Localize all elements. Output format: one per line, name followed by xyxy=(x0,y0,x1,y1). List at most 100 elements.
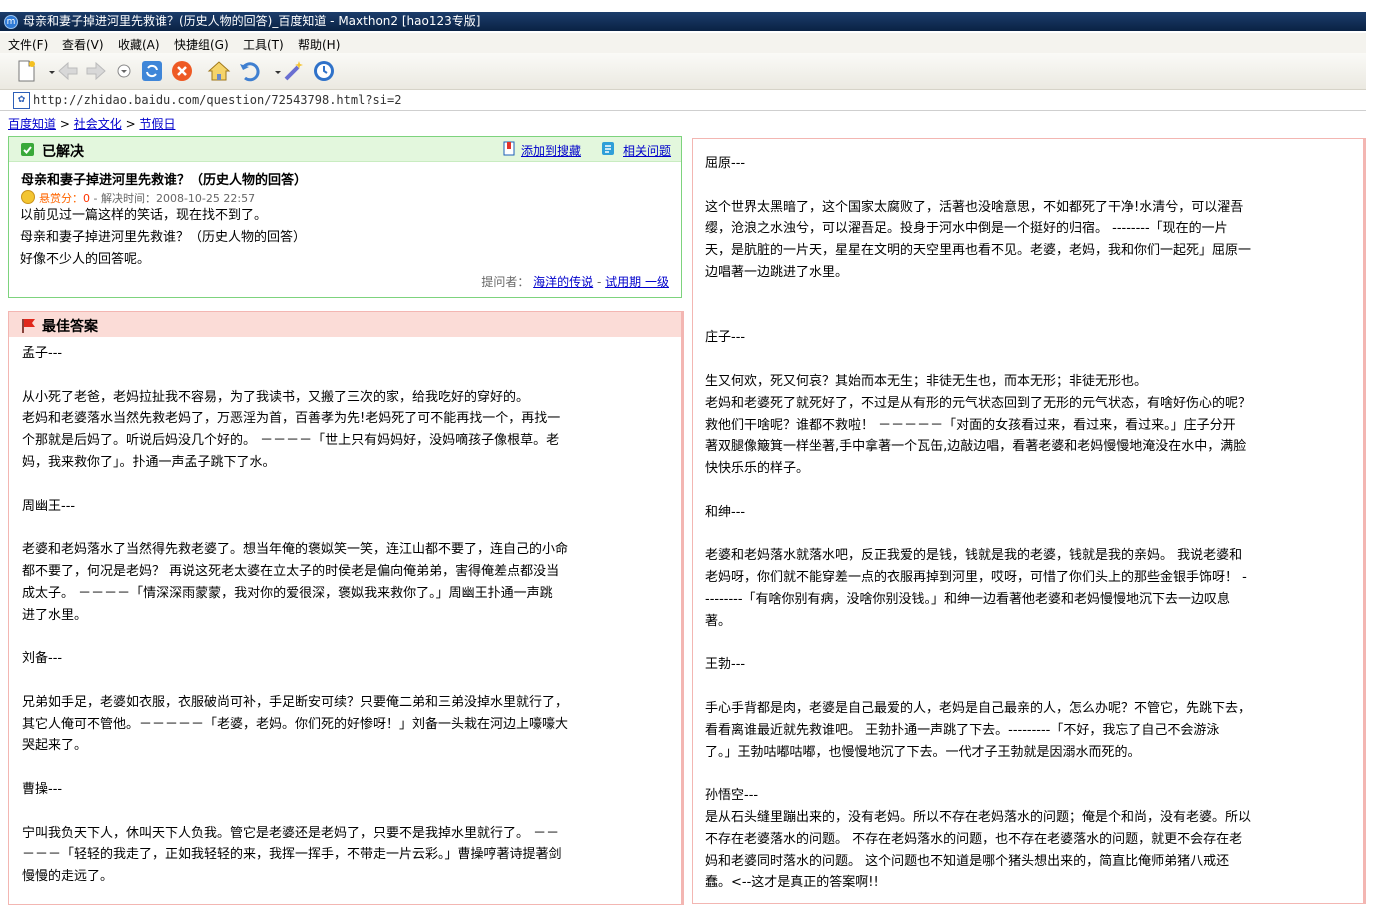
answer-line: 进了水里。 xyxy=(22,607,88,623)
history-dropdown-icon[interactable] xyxy=(112,59,132,83)
answer-line: 都不要了，何况是老妈？ 再说这死老太婆在立太子的时侯老是偏向俺弟弟，害得俺差点都… xyxy=(22,563,560,579)
answer-line xyxy=(705,480,1355,502)
stop-icon[interactable] xyxy=(170,59,194,83)
undo-close-dropdown-icon[interactable] xyxy=(266,59,281,83)
coin-icon xyxy=(21,190,35,204)
menu-favorites[interactable]: 收藏(A) xyxy=(118,36,160,53)
answer-line xyxy=(705,175,1355,197)
solved-time: - 解决时间：2008-10-25 22:57 xyxy=(90,192,256,205)
question-body: 以前见过一篇这样的笑话，现在找不到了。 母亲和妻子掉进河里先救谁？（历史人物的回… xyxy=(20,205,306,271)
question-body-line: 母亲和妻子掉进河里先救谁？（历史人物的回答） xyxy=(20,230,307,245)
best-answer-continued-panel: 屈原--- 这个世界太黑暗了，这个国家太腐败了，活著也没啥意思，不如都死了干净!水… xyxy=(692,138,1366,904)
forward-arrow-icon[interactable] xyxy=(84,59,108,83)
answer-line: 老妈和老婆落水当然先救老妈了，万恶淫为首，百善孝为先!老妈死了可不能再找一个，再… xyxy=(22,411,561,427)
answer-line: 老婆和老妈落水了当然得先救老婆了。想当年俺的褒姒笑一笑，连江山都不要了，连自己的… xyxy=(22,542,569,558)
answer-line: 看看离谁最近就先救谁吧。 王勃扑通一声跳了下去。---------「不好，我忘了… xyxy=(705,722,1220,738)
answer-line: 个那就是后妈了。听说后妈没几个好的。 －－－－「世上只有妈妈好，没妈嘀孩子像根草… xyxy=(22,433,560,449)
breadcrumb: 百度知道 > 社会文化 > 节假日 xyxy=(8,117,176,131)
menu-groups[interactable]: 快捷组(G) xyxy=(174,36,229,53)
question-title: 母亲和妻子掉进河里先救谁？（历史人物的回答） xyxy=(21,173,308,188)
best-answer-title: 最佳答案 xyxy=(42,319,98,335)
breadcrumb-social-culture[interactable]: 社会文化 xyxy=(74,117,122,131)
answer-line: 庄子--- xyxy=(705,330,746,346)
answer-line: 和绅--- xyxy=(705,504,746,520)
answer-line: 屈原--- xyxy=(705,156,746,171)
question-body-line: 好像不少人的回答呢。 xyxy=(20,252,151,267)
reward-label: 悬赏分： xyxy=(39,192,83,205)
answer-line: 妈，我来救你了」。扑通一声孟子跳下了水。 xyxy=(22,454,276,470)
clock-icon[interactable] xyxy=(312,59,336,83)
navigation-toolbar xyxy=(0,53,1366,90)
answer-line xyxy=(22,757,672,779)
asker-info: 提问者： 海洋的传说 - 试用期 一级 xyxy=(481,275,669,289)
answer-line: 著双腿像簸箕一样坐著,手中拿著一个瓦缶,边敲边唱，看著老婆和老妈慢慢地淹没在水中… xyxy=(705,439,1247,455)
answer-line: －－－「轻轻的我走了，正如我轻轻的来，我挥一挥手，不带走一片云彩。」曹操哼著诗提… xyxy=(22,847,562,863)
answer-line: 周幽王--- xyxy=(22,498,76,514)
menu-file[interactable]: 文件(F) xyxy=(8,36,48,53)
answer-line xyxy=(22,670,672,692)
best-answer-panel: 最佳答案 孟子--- 从小死了老爸，老妈拉扯我不容易，为了我读书，又搬了三次的家，… xyxy=(8,311,684,905)
magic-wand-icon[interactable] xyxy=(282,59,306,83)
best-answer-text-right: 屈原--- 这个世界太黑暗了，这个国家太腐败了，活著也没啥意思，不如都死了干净!水… xyxy=(705,153,1355,894)
answer-line: 宁叫我负天下人，休叫天下人负我。管它是老婆还是老妈了，只要不是我掉水里就行了。 … xyxy=(22,825,560,841)
answer-line: 生又何欢，死又何哀？其始而本无生；非徒无生也，而本无形；非徒无形也。 xyxy=(705,373,1148,389)
answer-line: 王勃--- xyxy=(705,657,746,673)
question-header: 已解决 添加到搜藏 相关问题 xyxy=(9,137,681,162)
answer-line: 老妈和老婆死了就死好了，不过是从有形的元气状态回到了无形的元气状态，有啥好伤心的… xyxy=(705,395,1252,411)
window-title: 母亲和妻子掉进河里先救谁？(历史人物的回答)_百度知道 - Maxthon2 [… xyxy=(23,14,481,28)
back-arrow-icon[interactable] xyxy=(56,59,80,83)
maxthon-app-icon: m xyxy=(4,15,18,29)
answer-line xyxy=(705,349,1355,371)
answer-line: 天，是肮脏的一片天，星星在文明的天空里再也看不见。老婆，老妈，我和你们一起死」屈… xyxy=(705,243,1252,259)
answer-line: 哭起来了。 xyxy=(22,738,88,754)
home-icon[interactable] xyxy=(207,59,231,83)
window-titlebar: m 母亲和妻子掉进河里先救谁？(历史人物的回答)_百度知道 - Maxthon2 … xyxy=(0,12,1366,31)
answer-line xyxy=(22,474,672,496)
answer-line xyxy=(705,284,1355,306)
bookmark-icon xyxy=(502,141,516,156)
best-answer-text-left: 孟子--- 从小死了老爸，老妈拉扯我不容易，为了我读书，又搬了三次的家，给我吃好的… xyxy=(22,343,672,888)
menu-help[interactable]: 帮助(H) xyxy=(298,36,340,53)
answer-line xyxy=(22,801,672,823)
asker-label: 提问者： xyxy=(481,275,530,289)
answer-line: --------「有啥你别有病，没啥你别没钱。」和绅一边看著他老婆和老妈慢慢地沉… xyxy=(705,591,1231,607)
answer-line: 孟子--- xyxy=(22,346,63,361)
answer-line: 刘备--- xyxy=(22,651,63,667)
answer-line: 著。 xyxy=(705,613,732,629)
red-flag-icon xyxy=(21,318,37,333)
answer-line: 妈和老婆同时落水的问题。 这个问题也不知道是哪个猪头想出来的，简直比俺师弟猪八戒… xyxy=(705,853,1230,869)
answer-line: 孙悟空--- xyxy=(705,788,759,804)
address-url[interactable]: http://zhidao.baidu.com/question/7254379… xyxy=(33,93,401,107)
address-bar[interactable]: ✿ http://zhidao.baidu.com/question/72543… xyxy=(0,90,1366,111)
asker-level-link[interactable]: 试用期 一级 xyxy=(605,275,669,289)
breadcrumb-zhidao[interactable]: 百度知道 xyxy=(8,117,56,131)
asker-name-link[interactable]: 海洋的传说 xyxy=(533,275,593,289)
menu-tools[interactable]: 工具(T) xyxy=(243,36,284,53)
answer-line: 成太子。 －－－－「情深深雨蒙蒙，我对你的爱很深，褒姒我来救你了。」周幽王扑通一… xyxy=(22,585,553,601)
answer-line: 缨，沧浪之水浊兮，可以濯吾足。投身于河水中倒是一个挺好的归宿。 --------… xyxy=(705,221,1228,237)
add-to-favorites-link[interactable]: 添加到搜藏 xyxy=(521,142,581,159)
reward-value: 0 xyxy=(83,192,90,205)
question-meta: 悬赏分：0 - 解决时间：2008-10-25 22:57 xyxy=(21,190,255,206)
best-answer-header: 最佳答案 xyxy=(9,312,681,337)
check-icon xyxy=(21,143,34,156)
new-tab-dropdown-icon[interactable] xyxy=(40,59,55,83)
answer-line xyxy=(705,633,1355,655)
new-tab-icon[interactable] xyxy=(14,59,38,83)
menu-view[interactable]: 查看(V) xyxy=(62,36,104,53)
breadcrumb-holidays[interactable]: 节假日 xyxy=(139,117,175,131)
answer-line xyxy=(22,365,672,387)
refresh-icon[interactable] xyxy=(140,59,164,83)
answer-line: 老妈呀，你们就不能穿差一点的衣服再掉到河里，哎呀，可惜了你们头上的那些金银手饰呀… xyxy=(705,570,1247,586)
question-panel: 已解决 添加到搜藏 相关问题 母亲和妻子掉进河里先救谁？（历史人物的回答） 悬赏… xyxy=(8,136,682,298)
answer-line: 曹操--- xyxy=(22,781,63,797)
question-body-line: 以前见过一篇这样的笑话，现在找不到了。 xyxy=(20,208,268,223)
resolved-status: 已解决 xyxy=(42,144,84,160)
answer-line: 蠢。<--这才是真正的答案啊!! xyxy=(705,875,879,891)
answer-line: 从小死了老爸，老妈拉扯我不容易，为了我读书，又搬了三次的家，给我吃好的穿好的。 xyxy=(22,389,530,405)
answer-line: 了。」王勃咕嘟咕嘟，也慢慢地沉了下去。一代才子王勃就是因溺水而死的。 xyxy=(705,744,1141,760)
undo-close-icon[interactable] xyxy=(238,59,262,83)
related-questions-link[interactable]: 相关问题 xyxy=(623,142,671,159)
menu-bar: 文件(F) 查看(V) 收藏(A) 快捷组(G) 工具(T) 帮助(H) xyxy=(0,33,1366,53)
answer-line: 是从石头缝里蹦出来的，没有老妈。所以不存在老妈落水的问题；俺是个和尚，没有老婆。… xyxy=(705,809,1252,825)
